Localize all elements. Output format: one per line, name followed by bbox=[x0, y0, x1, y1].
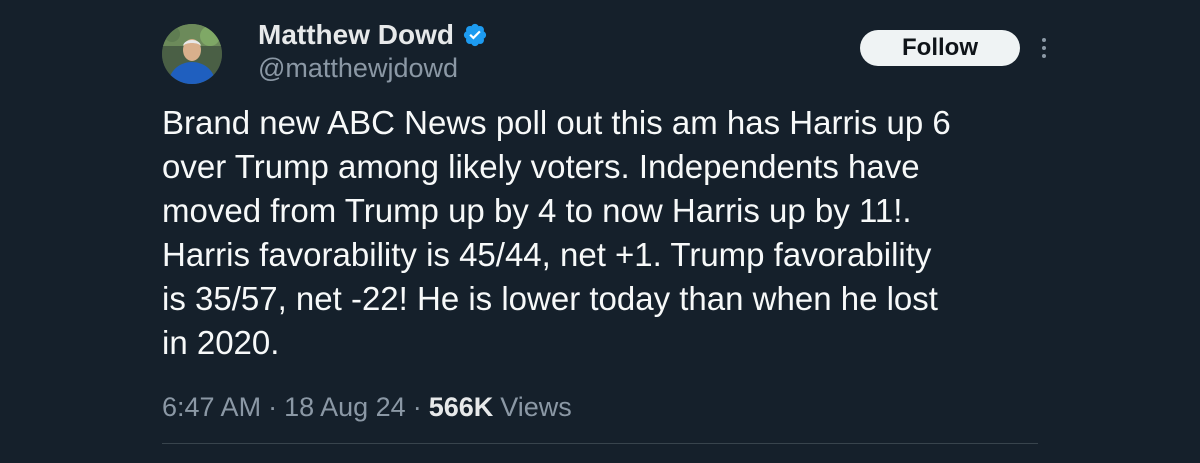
tweet-text-line: over Trump among likely voters. Independ… bbox=[162, 148, 920, 185]
meta-separator: · bbox=[268, 392, 278, 422]
views-count: 566K bbox=[428, 392, 494, 422]
more-dot bbox=[1042, 38, 1046, 42]
meta-separator: · bbox=[412, 392, 422, 422]
tweet-time[interactable]: 6:47 AM bbox=[162, 392, 261, 423]
author-name-row: Matthew Dowd bbox=[258, 17, 488, 53]
more-options-icon[interactable] bbox=[1032, 34, 1056, 62]
verified-badge-icon bbox=[462, 22, 488, 48]
tweet-date[interactable]: 18 Aug 24 bbox=[284, 392, 406, 423]
tweet-text-line: Brand new ABC News poll out this am has … bbox=[162, 104, 951, 141]
tweet-text: Brand new ABC News poll out this am has … bbox=[162, 101, 1042, 365]
tweet-text-line: in 2020. bbox=[162, 324, 280, 361]
divider bbox=[162, 443, 1038, 444]
follow-button[interactable]: Follow bbox=[860, 30, 1020, 66]
author-display-name[interactable]: Matthew Dowd bbox=[258, 19, 454, 51]
tweet-meta: 6:47 AM · 18 Aug 24 · 566K Views bbox=[162, 392, 572, 423]
tweet-text-line: is 35/57, net -22! He is lower today tha… bbox=[162, 280, 938, 317]
tweet-text-line: moved from Trump up by 4 to now Harris u… bbox=[162, 192, 912, 229]
tweet-card: Matthew Dowd @matthewjdowd Follow Brand … bbox=[0, 0, 1200, 463]
more-dot bbox=[1042, 54, 1046, 58]
more-dot bbox=[1042, 46, 1046, 50]
avatar-photo bbox=[162, 24, 222, 84]
author-handle[interactable]: @matthewjdowd bbox=[258, 53, 458, 84]
tweet-text-line: Harris favorability is 45/44, net +1. Tr… bbox=[162, 236, 932, 273]
views-label: Views bbox=[500, 392, 572, 422]
author-avatar[interactable] bbox=[162, 24, 222, 84]
